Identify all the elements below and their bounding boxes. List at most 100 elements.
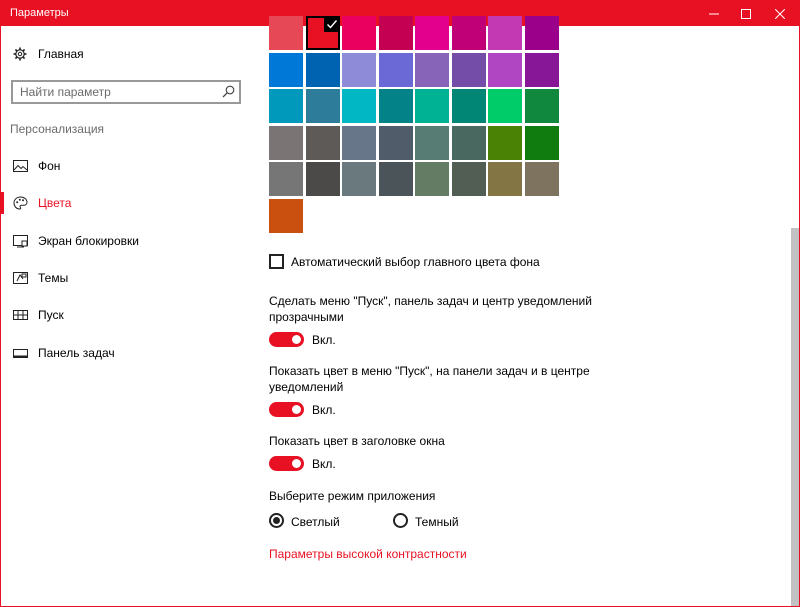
color-swatch[interactable] xyxy=(488,53,522,87)
light-mode-radio[interactable] xyxy=(269,513,284,528)
sidebar-item-taskbar[interactable]: Панель задач xyxy=(1,338,251,368)
color-swatch[interactable] xyxy=(452,126,486,160)
window-title: Параметры xyxy=(10,7,69,19)
color-swatch[interactable] xyxy=(269,16,303,50)
sidebar-item-themes[interactable]: Темы xyxy=(1,263,251,293)
sidebar-item-background[interactable]: Фон xyxy=(1,151,251,181)
sidebar-item-start[interactable]: Пуск xyxy=(1,300,251,330)
color-swatch[interactable] xyxy=(342,126,376,160)
high-contrast-link[interactable]: Параметры высокой контрастности xyxy=(269,547,467,561)
light-mode-label[interactable]: Светлый xyxy=(291,515,340,529)
sidebar-item-colors[interactable]: Цвета xyxy=(1,188,251,218)
lock-screen-icon xyxy=(13,235,28,248)
color-swatch[interactable] xyxy=(379,162,413,196)
scrollbar-thumb[interactable] xyxy=(791,228,799,606)
sidebar-item-label: Пуск xyxy=(38,308,64,322)
color-swatch[interactable] xyxy=(306,162,340,196)
home-link[interactable]: Главная xyxy=(1,42,251,68)
color-swatch[interactable] xyxy=(415,89,449,123)
scrollbar[interactable] xyxy=(790,26,799,606)
color-swatch[interactable] xyxy=(342,16,376,50)
transparency-label: Сделать меню "Пуск", панель задач и цент… xyxy=(269,294,592,324)
sidebar: Главная Найти параметр Персонализация Фо… xyxy=(1,26,251,606)
color-swatch[interactable] xyxy=(415,126,449,160)
color-swatch[interactable] xyxy=(342,53,376,87)
color-swatch[interactable] xyxy=(379,126,413,160)
checkmark-icon xyxy=(324,16,340,32)
color-swatch[interactable] xyxy=(452,89,486,123)
show-color-toggle[interactable] xyxy=(269,402,304,417)
color-swatch[interactable] xyxy=(306,89,340,123)
close-icon xyxy=(775,8,785,19)
active-indicator xyxy=(1,192,4,214)
image-icon xyxy=(13,160,28,172)
start-icon xyxy=(13,310,28,320)
sidebar-item-label: Фон xyxy=(38,159,61,173)
minimize-button[interactable] xyxy=(697,1,731,26)
toggle-knob xyxy=(292,459,301,468)
auto-color-checkbox[interactable] xyxy=(269,254,284,269)
color-swatch[interactable] xyxy=(525,89,559,123)
taskbar-icon xyxy=(13,349,28,358)
color-swatch[interactable] xyxy=(415,16,449,50)
search-placeholder: Найти параметр xyxy=(20,85,111,99)
transparency-toggle[interactable] xyxy=(269,332,304,347)
search-input[interactable]: Найти параметр xyxy=(11,80,241,104)
color-swatch[interactable] xyxy=(525,162,559,196)
auto-color-label: Автоматический выбор главного цвета фона xyxy=(291,255,540,269)
dark-mode-radio[interactable] xyxy=(393,513,408,528)
home-label: Главная xyxy=(38,47,84,61)
title-color-toggle[interactable] xyxy=(269,456,304,471)
color-swatch[interactable] xyxy=(269,126,303,160)
color-swatch[interactable] xyxy=(452,53,486,87)
section-label: Персонализация xyxy=(10,122,105,136)
color-swatch[interactable] xyxy=(488,162,522,196)
sidebar-item-label: Панель задач xyxy=(38,346,115,360)
colors-page: Автоматический выбор главного цвета фона… xyxy=(251,16,799,606)
color-swatch[interactable] xyxy=(342,162,376,196)
sidebar-item-lock-screen[interactable]: Экран блокировки xyxy=(1,226,251,256)
color-swatch[interactable] xyxy=(306,53,340,87)
search-icon[interactable] xyxy=(222,85,235,98)
color-swatch[interactable] xyxy=(306,126,340,160)
radio-dot xyxy=(273,517,280,524)
maximize-icon xyxy=(741,8,751,19)
color-swatch[interactable] xyxy=(525,126,559,160)
title-color-label: Показать цвет в заголовке окна xyxy=(269,434,445,448)
show-color-state: Вкл. xyxy=(312,403,336,417)
color-swatch[interactable] xyxy=(269,199,303,233)
close-button[interactable] xyxy=(763,1,797,26)
color-swatch[interactable] xyxy=(379,16,413,50)
sidebar-item-label: Цвета xyxy=(38,196,72,210)
themes-icon xyxy=(13,272,28,284)
sidebar-item-label: Темы xyxy=(38,271,69,285)
maximize-button[interactable] xyxy=(729,1,763,26)
color-swatch[interactable] xyxy=(488,126,522,160)
title-color-state: Вкл. xyxy=(312,457,336,471)
dark-mode-label[interactable]: Темный xyxy=(415,515,459,529)
toggle-knob xyxy=(292,405,301,414)
sidebar-item-label: Экран блокировки xyxy=(38,234,139,248)
app-mode-label: Выберите режим приложения xyxy=(269,489,436,503)
color-swatch[interactable] xyxy=(306,16,340,50)
color-swatch[interactable] xyxy=(269,53,303,87)
toggle-knob xyxy=(292,335,301,344)
color-swatch[interactable] xyxy=(379,89,413,123)
transparency-state: Вкл. xyxy=(312,333,336,347)
color-swatch[interactable] xyxy=(342,89,376,123)
gear-icon xyxy=(13,47,27,61)
palette-icon xyxy=(13,196,28,210)
color-swatch[interactable] xyxy=(379,53,413,87)
color-swatch[interactable] xyxy=(269,89,303,123)
color-swatch[interactable] xyxy=(452,16,486,50)
minimize-icon xyxy=(709,13,719,14)
color-swatch[interactable] xyxy=(525,53,559,87)
color-swatch[interactable] xyxy=(525,16,559,50)
color-swatch[interactable] xyxy=(415,53,449,87)
color-swatch[interactable] xyxy=(452,162,486,196)
color-swatch[interactable] xyxy=(415,162,449,196)
color-swatch[interactable] xyxy=(488,16,522,50)
color-swatch[interactable] xyxy=(269,162,303,196)
settings-window: Параметры Главная Найти параметр Персона… xyxy=(0,0,800,607)
color-swatch[interactable] xyxy=(488,89,522,123)
